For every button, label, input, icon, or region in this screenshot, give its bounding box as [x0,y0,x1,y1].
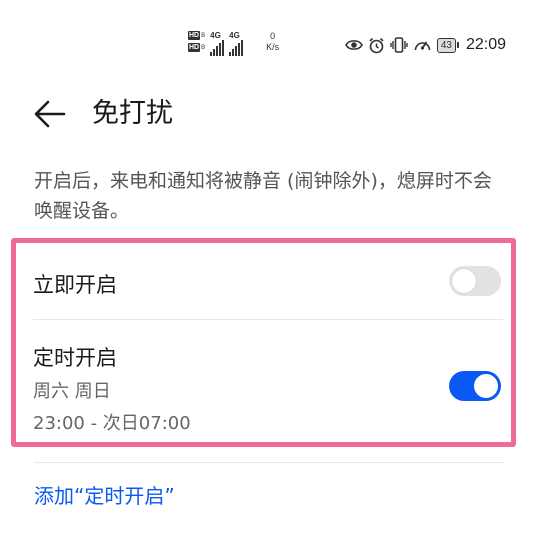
network-type-label: 4G [210,31,221,40]
settings-card: 立即开启 定时开启 周六 周日 23:00 - 次日07:00 [11,238,516,447]
vibrate-icon [390,37,408,53]
network-speed-unit: K/s [266,42,280,52]
hd-indicators: HD B HD B [188,31,205,52]
alarm-clock-icon [368,37,385,54]
status-bar-right: 43 22:09 [344,36,506,54]
network-speed: 0 K/s [266,31,279,53]
status-time: 22:09 [465,36,506,53]
immediate-toggle[interactable] [449,266,501,296]
immediate-setting-row[interactable]: 立即开启 [33,243,503,319]
page-title: 免打扰 [92,98,173,129]
description-text: 开启后，来电和通知将被静音 (闹钟除外)，熄屏时不会唤醒设备。 [34,170,492,222]
scheduled-toggle[interactable] [449,371,501,401]
speedometer-icon [413,37,432,53]
add-schedule-link[interactable]: 添加“定时开启” [34,481,175,511]
hd-indicator-2: HD B [188,43,205,52]
battery-level: 43 [436,37,456,53]
status-bar: HD B HD B 4G 4G 0 K/s 43 22:09 [0,0,536,90]
hd-sub-label: B [201,32,206,39]
network-type-label: 4G [229,31,240,40]
status-bar-left: HD B HD B 4G 4G 0 K/s [188,31,279,59]
hd-sub-label: B [201,44,206,51]
back-button[interactable] [30,94,70,134]
scheduled-setting-label: 定时开启 [33,346,117,370]
arrow-left-icon [34,100,66,128]
hd-label: HD [188,31,201,40]
divider [34,462,504,463]
toggle-knob [474,374,498,398]
app-bar: 免打扰 [0,90,536,136]
immediate-setting-label: 立即开启 [33,273,117,297]
eye-icon [344,38,363,52]
signal-strength-icon: 4G [210,31,225,56]
scheduled-days: 周六 周日 [33,381,111,402]
scheduled-time-range: 23:00 - 次日07:00 [33,413,191,434]
battery-icon: 43 [436,37,459,53]
scheduled-setting-row[interactable]: 定时开启 周六 周日 23:00 - 次日07:00 [33,320,503,442]
network-speed-value: 0 [270,31,276,41]
hd-label: HD [188,43,201,52]
signal-strength-icon: 4G [229,31,244,56]
hd-indicator-1: HD B [188,31,205,40]
toggle-knob [452,269,476,293]
